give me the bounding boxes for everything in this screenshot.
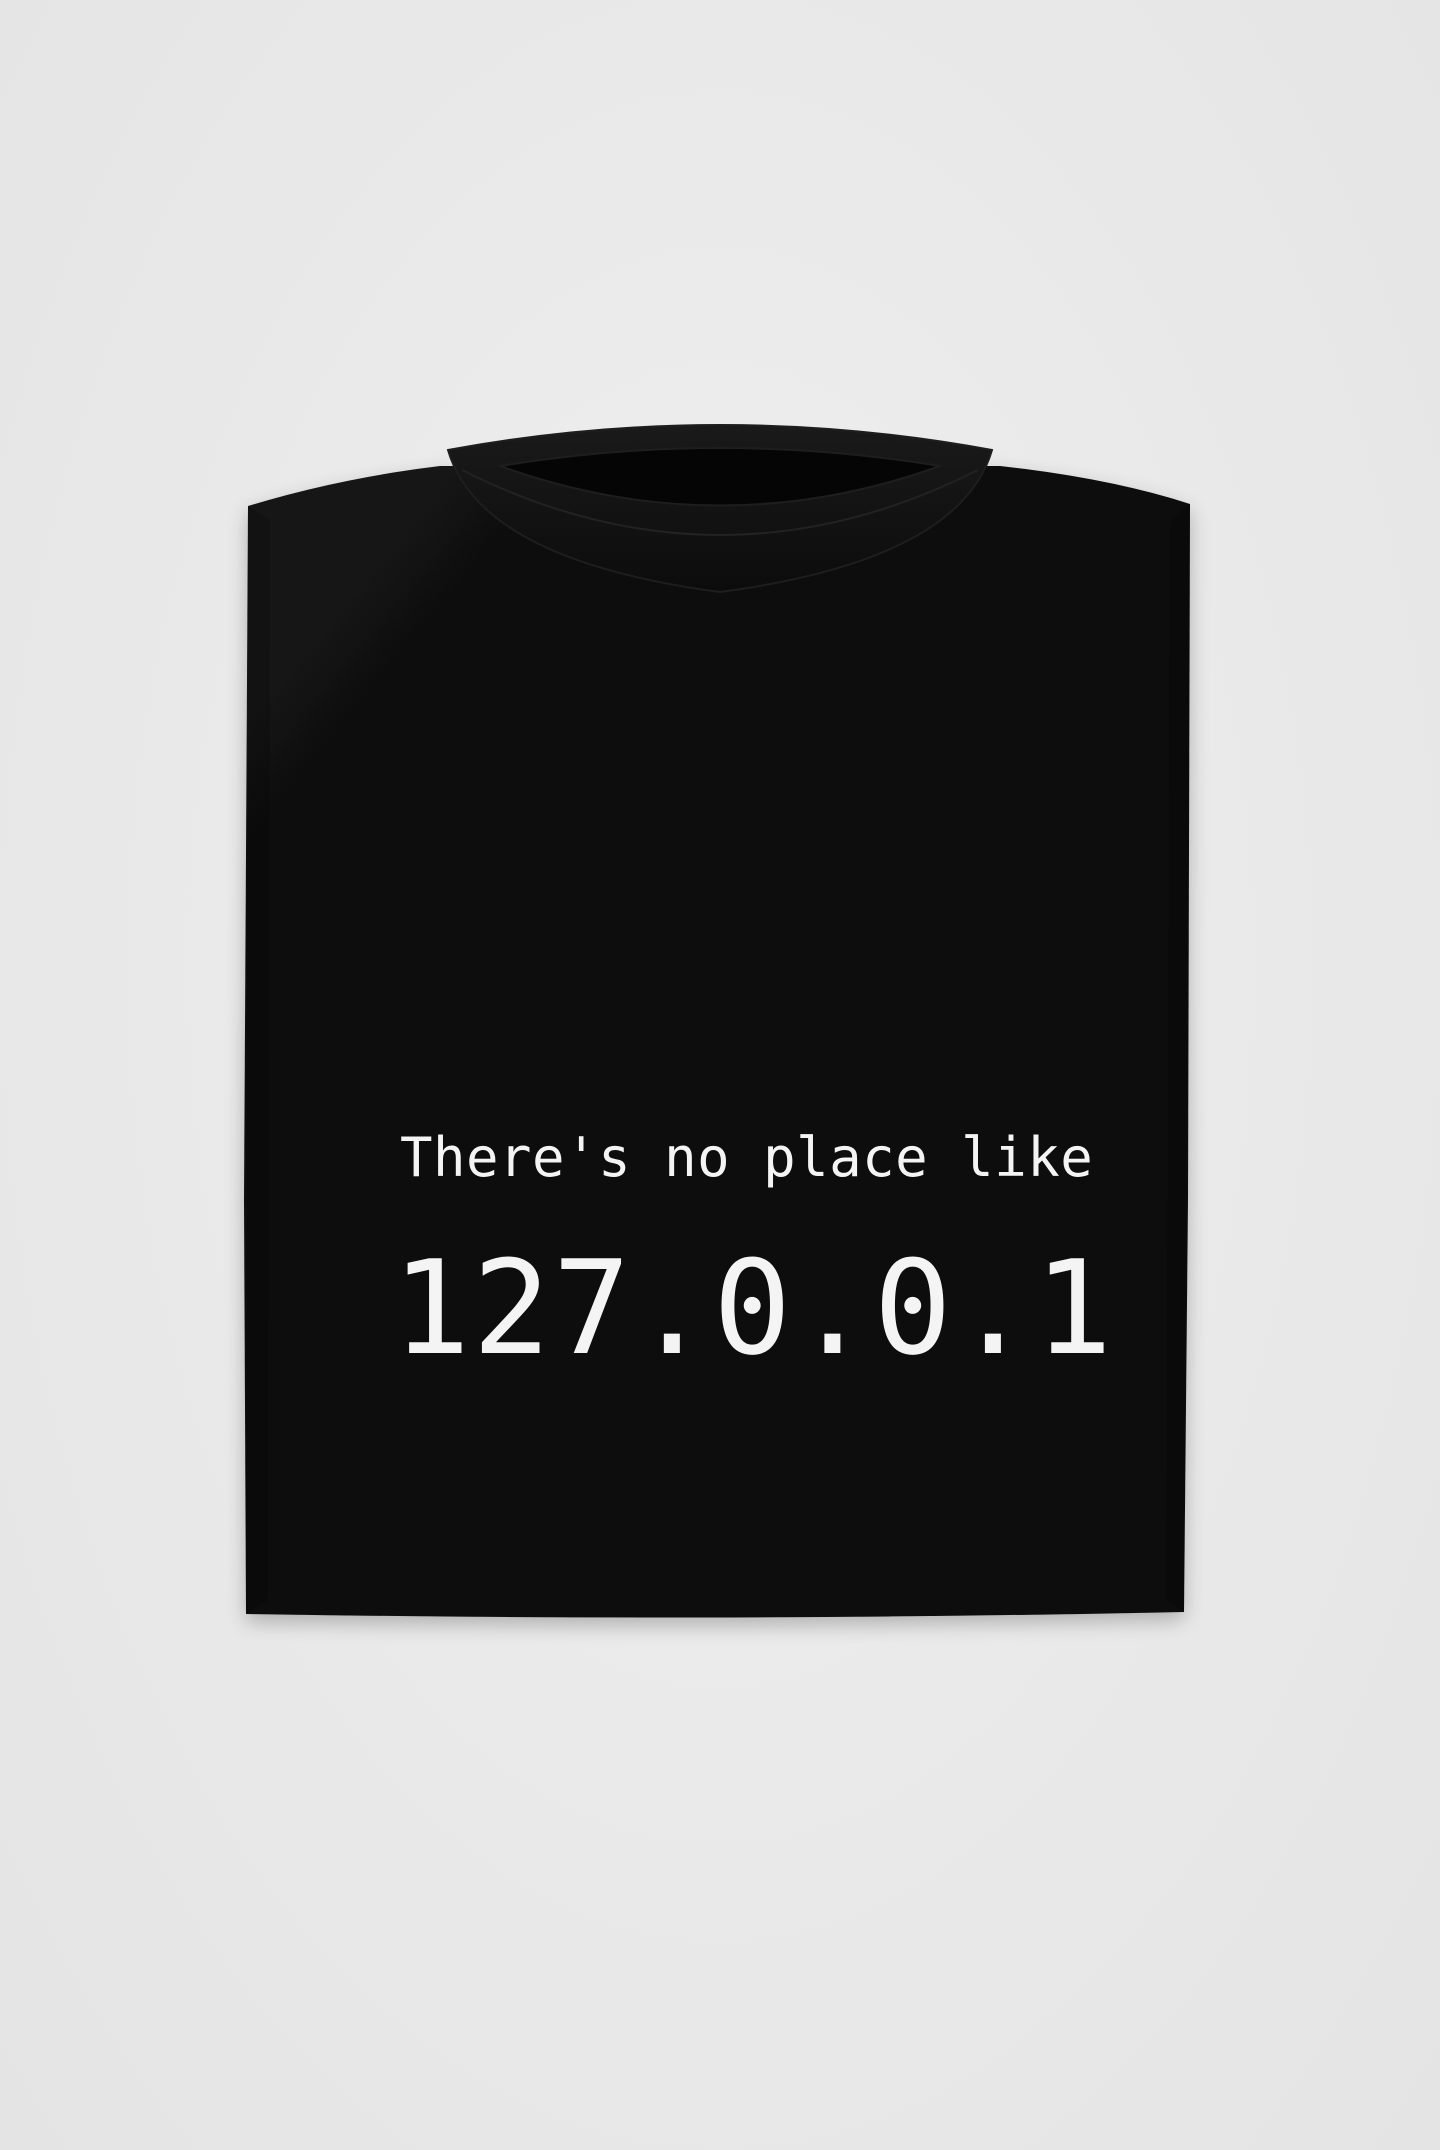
print-text-tagline: There's no place like xyxy=(400,1126,1094,1189)
print-text-ip-address: 127.0.0.1 xyxy=(392,1232,1115,1384)
shirt-body xyxy=(244,466,1190,1618)
fold-shade-right xyxy=(1166,504,1190,1612)
folded-tshirt xyxy=(244,424,1190,1618)
fold-shade xyxy=(246,506,270,1614)
